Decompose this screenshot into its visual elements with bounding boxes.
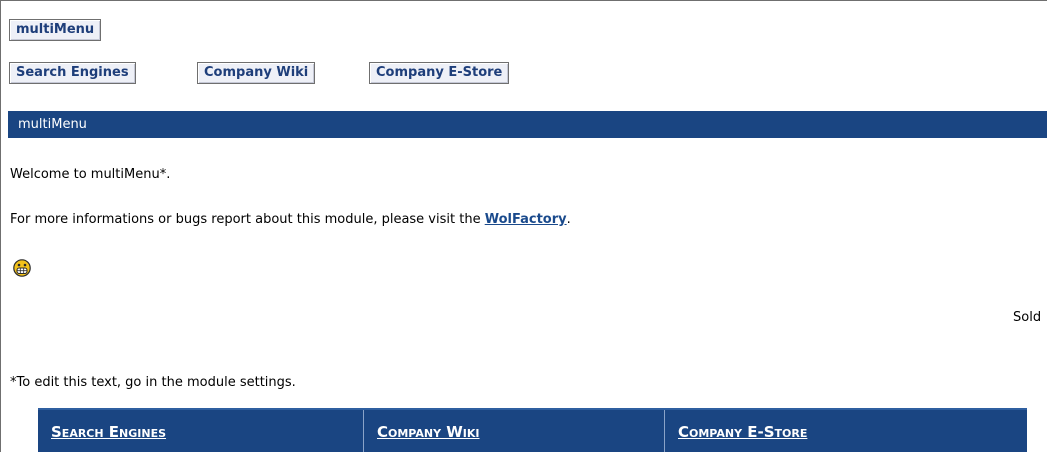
bottom-menu-cell-company-e-store[interactable]: Company E-Store xyxy=(665,410,1027,452)
wolfactory-link[interactable]: WolFactory xyxy=(485,212,567,227)
menu-item-search-engines[interactable]: Search Engines xyxy=(9,62,136,84)
bottom-menu-cell-company-wiki[interactable]: Company Wiki xyxy=(364,410,665,452)
clipped-sold-text: Sold xyxy=(1013,310,1042,325)
grinning-smiley-icon xyxy=(13,259,31,277)
bottom-menu-link-company-e-store[interactable]: Company E-Store xyxy=(678,423,807,441)
bottom-menu-link-search-engines[interactable]: Search Engines xyxy=(51,423,166,441)
info-text-prefix: For more informations or bugs report abo… xyxy=(10,212,485,227)
bottom-menu-bar: Search Engines Company Wiki Company E-St… xyxy=(38,408,1027,452)
bottom-menu-link-company-wiki[interactable]: Company Wiki xyxy=(377,423,480,441)
info-text-suffix: . xyxy=(566,212,571,227)
bottom-menu-cell-search-engines[interactable]: Search Engines xyxy=(38,410,364,452)
info-text: For more informations or bugs report abo… xyxy=(10,212,571,227)
menu-item-company-wiki[interactable]: Company Wiki xyxy=(197,62,316,84)
menu-item-company-e-store[interactable]: Company E-Store xyxy=(369,62,510,84)
multimenu-title-button[interactable]: multiMenu xyxy=(9,19,102,41)
module-title-bar: multiMenu xyxy=(8,111,1047,138)
welcome-text: Welcome to multiMenu*. xyxy=(10,167,171,182)
edit-note-text: *To edit this text, go in the module set… xyxy=(10,375,296,390)
